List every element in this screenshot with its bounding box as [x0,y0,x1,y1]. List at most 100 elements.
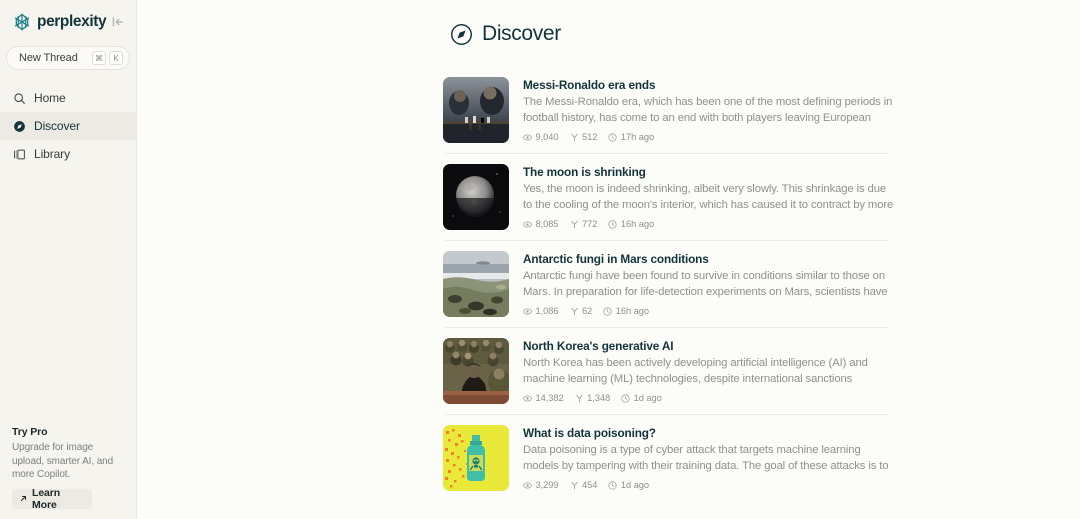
article-body: Antarctic fungi in Mars conditions Antar… [523,251,895,317]
forks-count: 62 [582,306,593,317]
sidebar-item-home-label: Home [34,91,66,105]
article-meta: 1,086 62 16h ago [523,306,895,316]
time-stat: 16h ago [608,219,654,229]
article-thumbnail [443,338,509,404]
article-thumbnail [443,77,509,143]
time-stat: 17h ago [608,132,654,142]
article-description: North Korea has been actively developing… [523,357,868,385]
article-body: The moon is shrinking Yes, the moon is i… [523,164,895,230]
eye-icon [523,134,532,141]
time-ago: 16h ago [615,306,650,317]
library-icon [12,147,26,161]
fork-icon [570,307,578,315]
compass-icon [450,23,473,46]
article-body: North Korea's generative AI North Korea … [523,338,895,404]
time-stat: 1d ago [608,480,649,490]
discover-feed: Messi-Ronaldo era ends The Messi-Ronaldo… [443,66,895,501]
sidebar-top: perplexity [0,0,136,32]
fork-icon [570,133,578,141]
forks-stat: 512 [570,132,598,143]
brand-row: perplexity [12,12,126,32]
article-description: The Messi-Ronaldo era, which has been on… [523,96,893,124]
article-card[interactable]: The moon is shrinking Yes, the moon is i… [443,153,895,240]
time-ago: 16h ago [620,219,655,230]
clock-icon [621,394,630,403]
sidebar-item-discover[interactable]: Discover [0,112,136,140]
forks-count: 1,348 [587,393,611,404]
views-count: 8,085 [535,219,559,230]
perplexity-logo-icon [12,12,32,32]
sidebar-item-home[interactable]: Home [0,84,136,112]
forks-stat: 1,348 [575,393,611,404]
article-thumbnail [443,164,509,230]
article-title: What is data poisoning? [523,426,656,440]
sidebar-promo: Try Pro Upgrade for image upload, smarte… [0,426,136,519]
article-card[interactable]: Antarctic fungi in Mars conditions Antar… [443,240,895,327]
promo-title: Try Pro [12,426,48,439]
views-count: 9,040 [535,132,559,143]
article-body: Messi-Ronaldo era ends The Messi-Ronaldo… [523,77,895,143]
app-root: perplexity New Thread ⌘ K Home Discover … [0,0,1080,519]
article-meta: 9,040 512 17h ago [523,132,895,142]
eye-icon [523,482,532,489]
article-body: What is data poisoning? Data poisoning i… [523,425,895,491]
views-stat: 8,085 [523,219,559,229]
article-description: Data poisoning is a type of cyber attack… [523,444,889,472]
forks-stat: 454 [570,480,598,491]
learn-more-label: Learn More [32,487,61,511]
views-stat: 1,086 [523,306,559,316]
new-thread-shortcut: ⌘ K [92,51,123,65]
forks-stat: 772 [570,219,598,230]
article-card[interactable]: Messi-Ronaldo era ends The Messi-Ronaldo… [443,66,895,153]
new-thread-label: New Thread [19,52,78,64]
time-ago: 1d ago [620,480,650,491]
learn-more-button[interactable]: Learn More [12,487,92,511]
views-count: 3,299 [535,480,559,491]
forks-count: 772 [582,219,598,230]
clock-icon [608,220,617,229]
time-ago: 17h ago [620,132,655,143]
views-count: 1,086 [535,306,559,317]
fork-icon [570,481,578,489]
views-stat: 9,040 [523,132,559,142]
forks-count: 454 [582,480,598,491]
views-stat: 14,382 [523,393,564,403]
brand: perplexity [12,12,107,32]
article-title: The moon is shrinking [523,165,646,179]
arrow-up-right-icon [19,490,28,508]
article-thumbnail [443,425,509,491]
main-content: Discover Messi-Ronaldo era ends The Mess… [137,0,1080,519]
article-title: Messi-Ronaldo era ends [523,78,656,92]
views-stat: 3,299 [523,480,559,490]
fork-icon [570,220,578,228]
article-title: North Korea's generative AI [523,339,674,353]
kbd-k: K [109,51,123,65]
fork-icon [576,394,583,402]
new-thread-button[interactable]: New Thread ⌘ K [6,46,130,70]
time-stat: 16h ago [603,306,649,316]
clock-icon [608,133,617,142]
article-meta: 3,299 454 1d ago [523,480,895,490]
views-count: 14,382 [535,393,564,404]
sidebar-item-library[interactable]: Library [0,140,136,168]
eye-icon [523,395,532,402]
article-title: Antarctic fungi in Mars conditions [523,252,709,266]
eye-icon [523,308,532,315]
sidebar-nav: Home Discover Library [0,84,136,168]
clock-icon [608,481,617,490]
article-meta: 14,382 1,348 1d ago [523,393,895,403]
collapse-sidebar-icon[interactable] [110,14,126,30]
sidebar-item-discover-label: Discover [34,119,80,133]
sidebar-item-library-label: Library [34,147,70,161]
forks-count: 512 [582,132,598,143]
clock-icon [603,307,612,316]
brand-name: perplexity [37,13,107,30]
article-meta: 8,085 772 16h ago [523,219,895,229]
article-description: Antarctic fungi have been found to survi… [523,270,888,298]
article-card[interactable]: What is data poisoning? Data poisoning i… [443,414,895,501]
sidebar: perplexity New Thread ⌘ K Home Discover … [0,0,137,519]
article-description: Yes, the moon is indeed shrinking, albei… [523,183,894,211]
page-title: Discover [482,22,561,45]
promo-description: Upgrade for image upload, smarter AI, an… [12,442,114,480]
article-card[interactable]: North Korea's generative AI North Korea … [443,327,895,414]
